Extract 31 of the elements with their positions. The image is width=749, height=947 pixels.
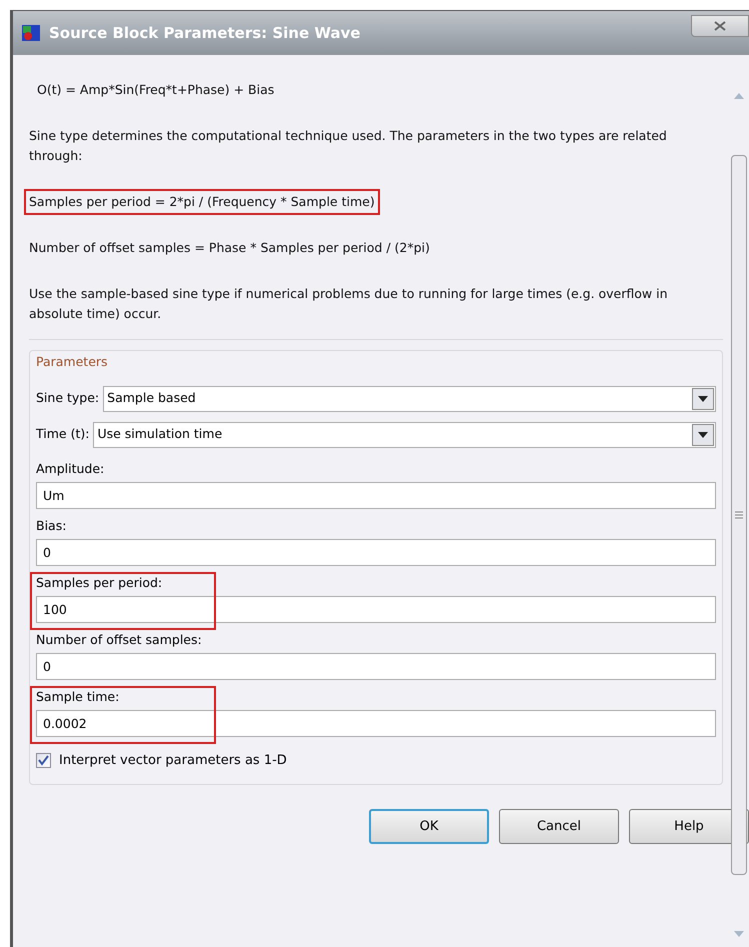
- input-field[interactable]: 0: [36, 538, 716, 566]
- field-label: Sample time:: [36, 688, 120, 706]
- dropdown[interactable]: Sample based: [103, 386, 716, 412]
- scroll-up-icon[interactable]: [734, 93, 744, 99]
- field-label: Sine type:: [36, 389, 100, 408]
- dropdown[interactable]: Use simulation time: [93, 422, 716, 448]
- field-label: Time (t):: [36, 425, 90, 444]
- description-text: Number of offset samples = Phase * Samples per period / (2*pi): [28, 239, 431, 257]
- close-icon: [714, 21, 726, 31]
- group-title: Parameters: [36, 353, 109, 371]
- scroll-down-icon[interactable]: [734, 931, 744, 937]
- input-field[interactable]: 0.0002: [36, 710, 716, 737]
- window-title: Source Block Parameters: Sine Wave: [49, 22, 360, 44]
- description-text: Use the sample-based sine type if numerical problems due to running for large times (e.g. overflow in absolute time) occur.: [28, 285, 669, 323]
- field-label: Amplitude:: [36, 460, 106, 478]
- dialog-button[interactable]: OK: [369, 809, 489, 844]
- dialog-button[interactable]: Cancel: [499, 809, 619, 844]
- description-text: O(t) = Amp*Sin(Freq*t+Phase) + Bias: [36, 81, 276, 99]
- checkbox[interactable]: [36, 753, 51, 768]
- description-text: Samples per period = 2*pi / (Frequency * Sample time): [24, 189, 380, 215]
- input-field[interactable]: Um: [36, 482, 716, 509]
- close-button[interactable]: [691, 15, 749, 37]
- grip-icon: [735, 511, 743, 519]
- field-label: Number of offset samples:: [36, 630, 203, 649]
- input-field[interactable]: 100: [36, 596, 716, 623]
- description-text: Sine type determines the computational technique used. The parameters in the two types are related through:: [28, 127, 668, 165]
- block-icon: [21, 24, 41, 42]
- checkbox-option[interactable]: Interpret vector parameters as 1-D: [36, 750, 287, 770]
- field-label: Samples per period:: [36, 574, 164, 592]
- field-label: Bias:: [36, 516, 68, 535]
- input-field[interactable]: 0: [36, 652, 716, 680]
